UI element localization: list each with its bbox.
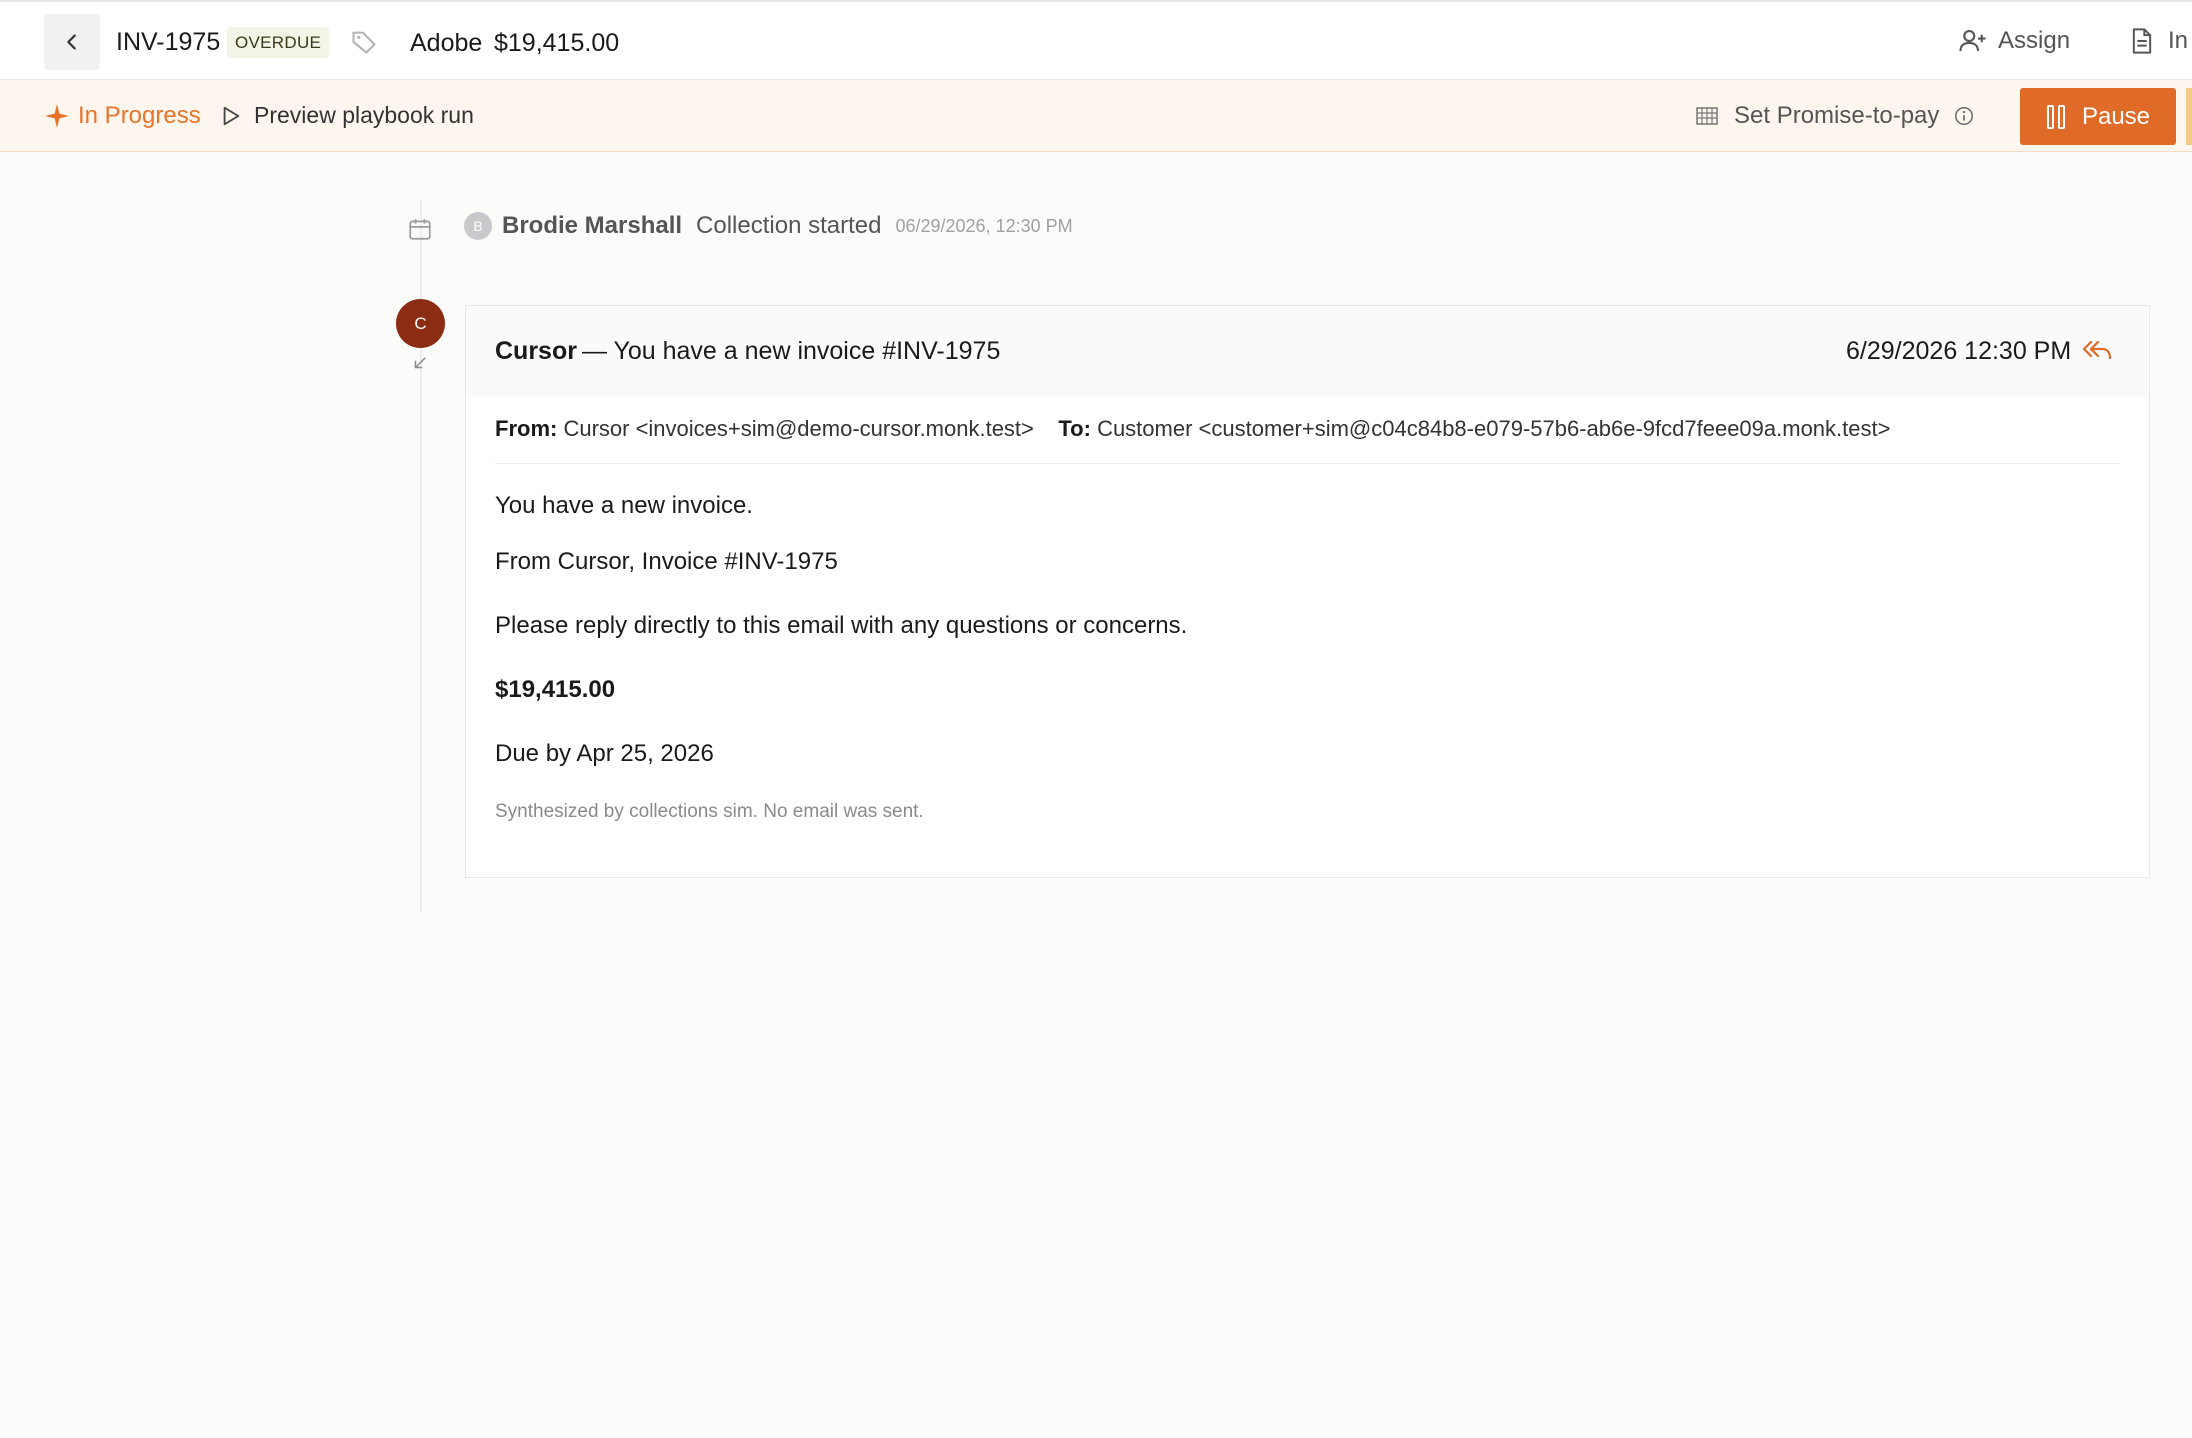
email-card: Cursor — You have a new invoice #INV-197… <box>465 305 2150 878</box>
pause-icon <box>2046 104 2065 129</box>
email-body-line: From Cursor, Invoice #INV-1975 <box>495 548 838 575</box>
preview-playbook-run-label: Preview playbook run <box>254 102 474 128</box>
to-address: Customer <customer+sim@c04c84b8-e079-57b… <box>1097 416 1891 441</box>
assign-label: Assign <box>1998 27 2071 54</box>
email-subject: — You have a new invoice #INV-1975 <box>582 337 1001 365</box>
preview-playbook-run-button[interactable]: Preview playbook run <box>220 102 474 129</box>
avatar: B <box>464 212 492 240</box>
top-bar: INV-1975 OVERDUE Adobe $19,415.00 Assign… <box>0 0 2192 80</box>
collapse-arrow-icon[interactable] <box>411 354 429 377</box>
tag-icon[interactable] <box>350 28 378 61</box>
invoice-amount: $19,415.00 <box>494 29 620 57</box>
invoice-document-label: In <box>2168 27 2189 54</box>
document-icon <box>2132 28 2152 54</box>
set-promise-to-pay-label: Set Promise-to-pay <box>1734 102 1940 129</box>
info-icon[interactable] <box>1953 105 1975 127</box>
from-address: Cursor <invoices+sim@demo-cursor.monk.te… <box>563 416 1034 441</box>
email-body-line: Please reply directly to this email with… <box>495 612 1188 639</box>
customer-name[interactable]: Adobe <box>410 29 482 58</box>
from-label: From: <box>495 416 558 441</box>
invoice-id: INV-1975 <box>116 28 221 56</box>
sparkle-icon <box>45 104 69 128</box>
status-badge: OVERDUE <box>227 27 330 58</box>
pause-button[interactable]: Pause <box>2020 88 2176 145</box>
calendar-grid-icon <box>1696 107 1718 125</box>
event-actor: Brodie Marshall <box>502 212 683 239</box>
email-sender: Cursor <box>495 337 577 365</box>
reply-all-icon[interactable] <box>2082 338 2112 367</box>
email-recipients: From: Cursor <invoices+sim@demo-cursor.m… <box>495 416 1890 442</box>
to-label: To: <box>1058 416 1091 441</box>
invoice-document-button[interactable]: In <box>2128 26 2188 56</box>
playbook-status-bar: In Progress Preview playbook run Set Pro… <box>0 80 2192 152</box>
email-body-amount: $19,415.00 <box>495 676 616 703</box>
divider <box>495 463 2120 464</box>
in-progress-status[interactable]: In Progress <box>44 102 201 130</box>
sender-avatar: C <box>396 299 445 348</box>
user-plus-icon <box>1959 29 1986 52</box>
in-progress-label: In Progress <box>78 102 201 129</box>
email-footnote: Synthesized by collections sim. No email… <box>495 801 924 822</box>
event-timestamp: 06/29/2026, 12:30 PM <box>895 215 1073 236</box>
chevron-left-icon <box>67 34 76 50</box>
pause-label: Pause <box>2081 102 2151 130</box>
email-body-due-date: Due by Apr 25, 2026 <box>495 740 714 767</box>
email-body-line: You have a new invoice. <box>495 492 753 519</box>
play-icon <box>223 106 240 125</box>
next-action-button-edge[interactable] <box>2186 88 2192 145</box>
calendar-icon <box>407 216 433 247</box>
event-description: Collection started <box>696 212 882 239</box>
assign-button[interactable]: Assign <box>1958 26 2070 56</box>
set-promise-to-pay-button[interactable]: Set Promise-to-pay <box>1694 102 1975 130</box>
back-button[interactable] <box>44 14 100 70</box>
email-date: 6/29/2026 12:30 PM <box>1846 337 2072 365</box>
timeline-event: B Brodie Marshall Collection started 06/… <box>464 212 1073 240</box>
